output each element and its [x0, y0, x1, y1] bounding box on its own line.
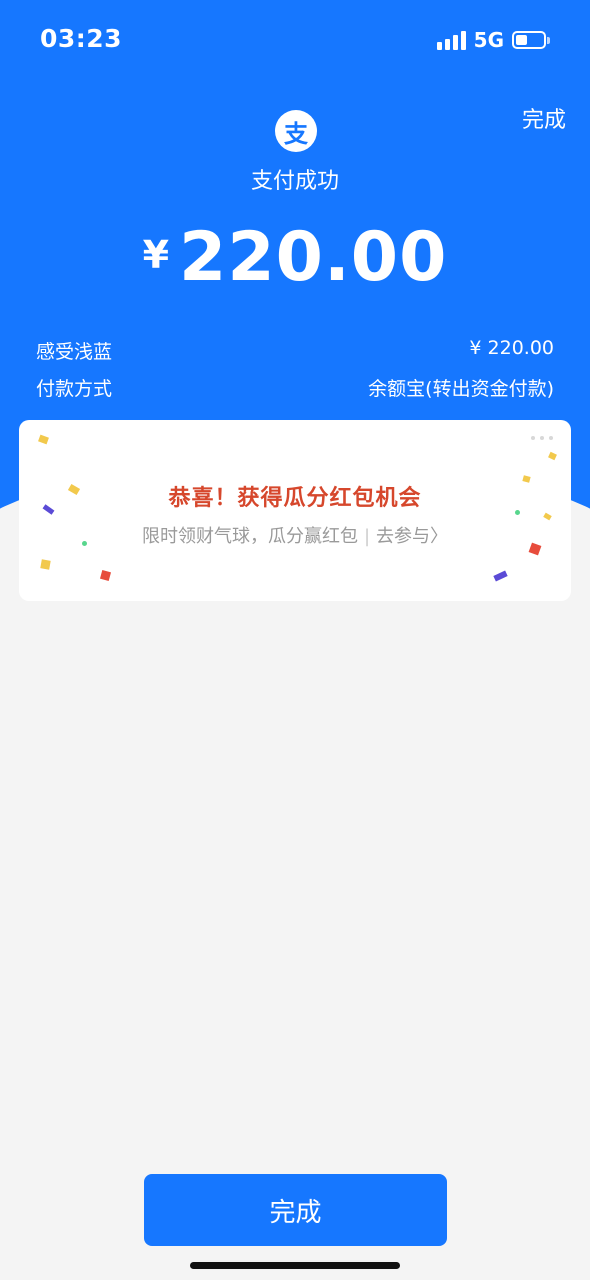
top-done-link[interactable]: 完成: [522, 102, 566, 134]
promo-card[interactable]: 恭喜！获得瓜分红包机会 限时领财气球，瓜分赢红包 | 去参与〉: [19, 420, 571, 601]
payment-amount: ¥220.00: [0, 218, 590, 297]
confetti-icon: [493, 570, 508, 582]
confetti-icon: [38, 434, 49, 445]
promo-join-link[interactable]: 去参与: [376, 526, 430, 547]
promo-subtitle: 限时领财气球，瓜分赢红包: [141, 526, 358, 547]
amount-value: 220.00: [179, 218, 448, 297]
signal-icon: [436, 30, 466, 50]
detail-label: 付款方式: [36, 378, 113, 400]
logo-glyph: 支: [284, 119, 308, 148]
detail-value: ¥ 220.00: [469, 337, 554, 359]
status-indicators: 5G: [436, 28, 550, 52]
detail-row-payee: 感受浅蓝 ¥ 220.00: [36, 337, 554, 364]
status-time: 03:23: [40, 24, 123, 53]
battery-icon: [512, 31, 550, 49]
confetti-icon: [548, 451, 557, 461]
confetti-icon: [40, 559, 51, 570]
more-dots-icon: [531, 436, 553, 440]
status-bar: 03:23 5G: [0, 0, 590, 80]
payment-success-screen: 03:23 5G 完成 支 支付成功 ¥220.00 感受浅蓝 ¥ 220.00…: [0, 0, 590, 1280]
detail-row-payment-method: 付款方式 余额宝(转出资金付款): [36, 374, 554, 401]
detail-value: 余额宝(转出资金付款): [368, 378, 554, 400]
promo-title: 恭喜！获得瓜分红包机会: [168, 486, 422, 511]
alipay-logo-icon: 支: [275, 110, 317, 152]
currency-symbol: ¥: [142, 233, 170, 277]
detail-label: 感受浅蓝: [36, 341, 113, 363]
chevron-right-icon: 〉: [430, 526, 449, 547]
done-button[interactable]: 完成: [144, 1174, 447, 1246]
confetti-icon: [543, 512, 552, 521]
promo-subtitle-row: 限时领财气球，瓜分赢红包 | 去参与〉: [19, 522, 571, 548]
payment-status-text: 支付成功: [250, 169, 339, 194]
network-type: 5G: [473, 28, 504, 52]
home-indicator: [190, 1262, 400, 1269]
confetti-icon: [99, 569, 112, 582]
promo-separator: |: [363, 526, 371, 547]
